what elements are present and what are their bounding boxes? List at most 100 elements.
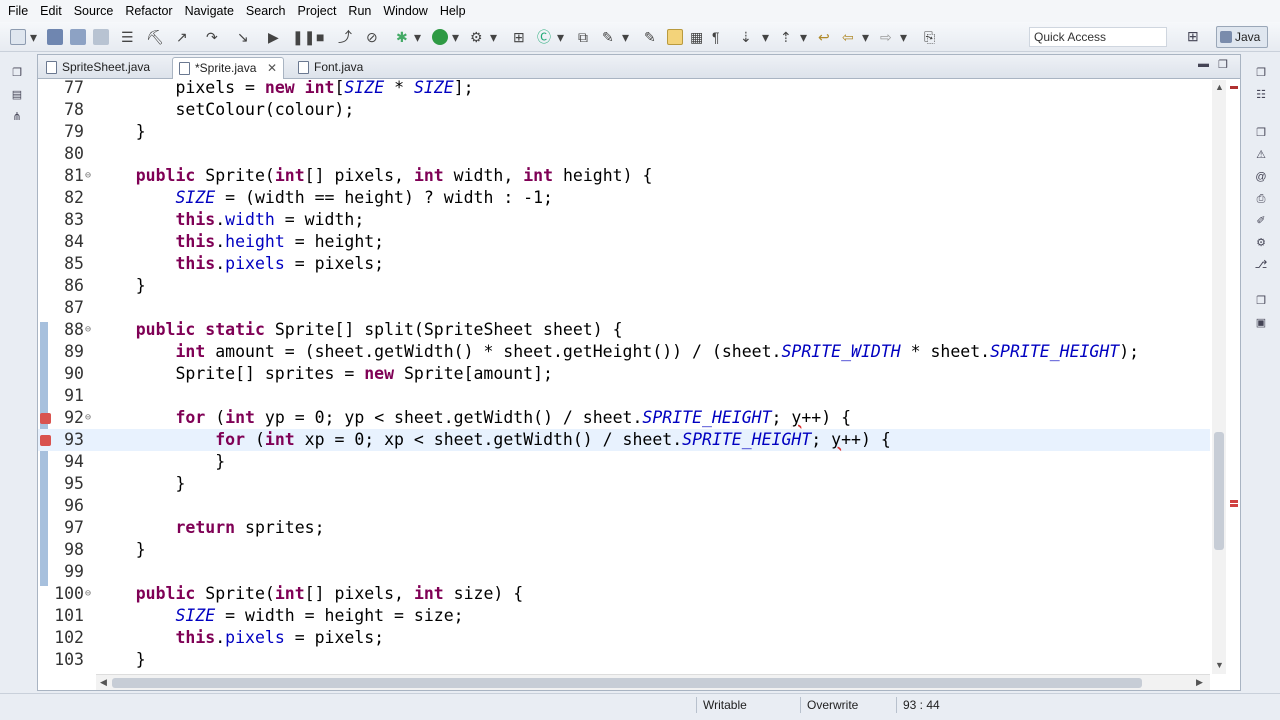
new-icon[interactable] [10,29,26,45]
code-line[interactable]: 89 int amount = (sheet.getWidth() * shee… [38,341,1210,363]
code-line[interactable]: 78 setColour(colour); [38,99,1210,121]
save-all-icon[interactable] [70,29,86,45]
back-dropdown-icon[interactable]: ▾ [862,28,869,46]
code-line[interactable]: 85 this.pixels = pixels; [38,253,1210,275]
restore-icon[interactable]: ❐ [1254,126,1268,140]
code-line[interactable]: 95 } [38,473,1210,495]
new-java-project-icon[interactable]: ⊞ [513,28,525,46]
menu-window[interactable]: Window [377,0,433,22]
fold-collapse-icon[interactable]: ⊖ [85,407,91,429]
step-into-icon[interactable]: ↘ [237,28,249,46]
maximize-icon[interactable]: ❐ [1218,58,1228,71]
external-tools-icon[interactable]: ⚙ [470,28,483,46]
declaration-icon[interactable]: ⎙ [1254,192,1268,206]
menu-project[interactable]: Project [292,0,343,22]
code-line[interactable]: 92 ⊖ for (int yp = 0; yp < sheet.getWidth… [38,407,1210,429]
resume-icon[interactable]: ▶ [268,28,279,46]
last-edit-location-icon[interactable]: ↩ [818,28,830,46]
tab-spritesheet-java[interactable]: SpriteSheet.java [40,57,172,79]
print-icon[interactable] [93,29,109,45]
javadoc-icon[interactable]: @ [1254,170,1268,184]
next-edit-icon[interactable]: ⇣ [740,28,752,46]
next-edit-dropdown-icon[interactable]: ▾ [762,28,769,46]
menu-run[interactable]: Run [342,0,377,22]
code-line[interactable]: 77 pixels = new int[SIZE * SIZE]; [38,80,1210,99]
vertical-scroll-thumb[interactable] [1214,432,1224,550]
scroll-up-icon[interactable]: ▲ [1215,82,1224,92]
code-line[interactable]: 101 SIZE = width = height = size; [38,605,1210,627]
error-marker[interactable] [1230,504,1238,507]
git-icon[interactable]: ⎇ [1254,258,1268,272]
prev-edit-icon[interactable]: ⇡ [780,28,792,46]
next-annotation-icon[interactable]: ↗ [176,28,188,46]
code-line[interactable]: 87 [38,297,1210,319]
run-icon[interactable] [432,29,448,45]
error-summary-icon[interactable] [1230,86,1238,89]
problems-icon[interactable]: ⚠ [1254,148,1268,162]
restore-icon[interactable]: ❐ [1254,294,1268,308]
prev-edit-dropdown-icon[interactable]: ▾ [800,28,807,46]
restore-icon[interactable]: ❐ [10,66,24,80]
restore-icon[interactable]: ❐ [1254,66,1268,80]
new-class-icon[interactable]: Ⓒ [537,28,551,46]
menu-source[interactable]: Source [68,0,120,22]
save-icon[interactable] [47,29,63,45]
code-line[interactable]: 103 } [38,649,1210,671]
back-icon[interactable]: ⇦ [842,28,854,46]
disconnect-icon[interactable]: ⤴ [338,28,352,46]
open-type-icon[interactable]: ⧉ [578,28,588,46]
code-line[interactable]: 91 [38,385,1210,407]
new-dropdown-icon[interactable]: ▾ [30,28,37,46]
pin-editor-icon[interactable]: ⎘ [924,28,935,46]
package-explorer-icon[interactable]: ▤ [10,88,24,102]
code-line[interactable]: 97 return sprites; [38,517,1210,539]
forward-dropdown-icon[interactable]: ▾ [900,28,907,46]
code-line[interactable]: 90 Sprite[] sprites = new Sprite[amount]… [38,363,1210,385]
console-icon[interactable]: ▣ [1254,316,1268,330]
search-dropdown-icon[interactable]: ▾ [622,28,629,46]
code-line[interactable]: 79 } [38,121,1210,143]
horizontal-scrollbar[interactable]: ◀ ▶ [96,674,1210,690]
progress-icon[interactable]: ⚙ [1254,236,1268,250]
new-class-dropdown-icon[interactable]: ▾ [557,28,564,46]
toggle-block-selection-icon[interactable]: ▦ [690,28,703,46]
java-perspective-button[interactable]: Java [1216,26,1268,48]
menu-edit[interactable]: Edit [34,0,68,22]
quick-access-input[interactable]: Quick Access [1029,27,1167,47]
menu-navigate[interactable]: Navigate [179,0,240,22]
terminate-icon[interactable]: ■ [316,28,324,46]
fold-collapse-icon[interactable]: ⊖ [85,319,91,341]
code-line[interactable]: 93 for (int xp = 0; xp < sheet.getWidth(… [38,429,1210,451]
open-perspective-icon[interactable]: ⊞ [1187,28,1207,46]
scroll-right-icon[interactable]: ▶ [1196,677,1203,688]
type-hierarchy-icon[interactable]: ⋔ [10,110,24,124]
fold-collapse-icon[interactable]: ⊖ [85,165,91,187]
format-icon[interactable]: ☰ [121,28,134,46]
code-line[interactable]: 86 } [38,275,1210,297]
toggle-mark-occurrences-icon[interactable]: ✎ [644,28,656,46]
scroll-left-icon[interactable]: ◀ [100,677,107,688]
code-line[interactable]: 102 this.pixels = pixels; [38,627,1210,649]
tab-font-java[interactable]: Font.java [292,57,392,79]
overview-ruler[interactable] [1228,80,1240,674]
menu-file[interactable]: File [2,0,34,22]
code-line[interactable]: 96 [38,495,1210,517]
debug-dropdown-icon[interactable]: ▾ [414,28,421,46]
code-line[interactable]: 99 [38,561,1210,583]
suspend-icon[interactable]: ❚❚ [292,28,315,46]
step-over-icon[interactable]: ↷ [206,28,218,46]
menu-search[interactable]: Search [240,0,292,22]
toggle-word-wrap-icon[interactable] [667,29,683,45]
error-marker[interactable] [1230,500,1238,503]
run-dropdown-icon[interactable]: ▾ [452,28,459,46]
code-editor[interactable]: 77 pixels = new int[SIZE * SIZE]; 78 setC… [38,80,1210,674]
tasks-icon[interactable]: ✐ [1254,214,1268,228]
code-line[interactable]: 82 SIZE = (width == height) ? width : -1… [38,187,1210,209]
menu-refactor[interactable]: Refactor [119,0,178,22]
code-line[interactable]: 83 this.width = width; [38,209,1210,231]
menu-help[interactable]: Help [434,0,472,22]
code-line[interactable]: 80 [38,143,1210,165]
external-tools-dropdown-icon[interactable]: ▾ [490,28,497,46]
horizontal-scroll-thumb[interactable] [112,678,1142,688]
code-line[interactable]: 100 ⊖ public Sprite(int[] pixels, int siz… [38,583,1210,605]
